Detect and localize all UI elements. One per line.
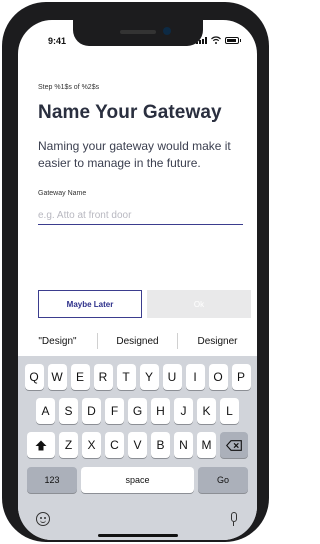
key-n[interactable]: N	[174, 432, 193, 458]
key-t[interactable]: T	[116, 364, 136, 390]
key-k[interactable]: K	[197, 398, 216, 424]
shift-icon	[35, 440, 47, 450]
page-title: Name Your Gateway	[38, 102, 222, 123]
wifi-icon	[211, 36, 221, 44]
home-indicator[interactable]	[97, 534, 178, 537]
keyboard: "Design" Designed Designer Q W E R T Y U…	[18, 326, 257, 540]
key-b[interactable]: B	[151, 432, 170, 458]
key-v[interactable]: V	[128, 432, 147, 458]
key-r[interactable]: R	[93, 364, 113, 390]
shift-key[interactable]	[27, 432, 55, 458]
key-a[interactable]: A	[36, 398, 55, 424]
notch	[72, 20, 203, 46]
speaker	[119, 30, 156, 34]
phone-frame: 9:41 Step %1$s of %2$s Name Your Gateway…	[2, 2, 269, 542]
key-row-4: 123 space Go	[18, 467, 257, 493]
go-key[interactable]: Go	[198, 467, 248, 493]
step-indicator: Step %1$s of %2$s	[38, 84, 100, 91]
key-p[interactable]: P	[231, 364, 251, 390]
key-i[interactable]: I	[185, 364, 205, 390]
keyboard-bottom-bar	[18, 504, 257, 540]
ok-button[interactable]: Ok	[147, 290, 251, 318]
suggestion-item[interactable]: "Design"	[18, 336, 97, 347]
numbers-key[interactable]: 123	[27, 467, 77, 493]
key-l[interactable]: L	[220, 398, 239, 424]
key-w[interactable]: W	[47, 364, 67, 390]
camera-icon	[162, 27, 171, 35]
page-description: Naming your gateway would make it easier…	[38, 139, 231, 170]
key-row-3: Z X C V B N M	[18, 432, 257, 458]
key-z[interactable]: Z	[59, 432, 78, 458]
gateway-name-input[interactable]	[38, 206, 243, 225]
status-time: 9:41	[48, 36, 67, 46]
key-m[interactable]: M	[197, 432, 216, 458]
backspace-icon	[226, 439, 242, 451]
backspace-key[interactable]	[220, 432, 248, 458]
battery-icon	[225, 36, 241, 44]
status-icons	[196, 36, 241, 44]
key-g[interactable]: G	[128, 398, 147, 424]
suggestion-item[interactable]: Designer	[178, 336, 257, 347]
key-o[interactable]: O	[208, 364, 228, 390]
key-e[interactable]: E	[70, 364, 90, 390]
screen: 9:41 Step %1$s of %2$s Name Your Gateway…	[18, 20, 257, 540]
key-y[interactable]: Y	[139, 364, 159, 390]
key-h[interactable]: H	[151, 398, 170, 424]
key-row-2: A S D F G H J K L	[18, 398, 257, 424]
maybe-later-button[interactable]: Maybe Later	[38, 290, 142, 318]
suggestion-bar: "Design" Designed Designer	[18, 326, 257, 356]
key-f[interactable]: F	[105, 398, 124, 424]
key-x[interactable]: X	[82, 432, 101, 458]
key-s[interactable]: S	[59, 398, 78, 424]
key-row-1: Q W E R T Y U I O P	[18, 364, 257, 390]
key-q[interactable]: Q	[24, 364, 44, 390]
microphone-icon[interactable]	[231, 512, 237, 526]
emoji-icon[interactable]	[36, 512, 50, 526]
key-c[interactable]: C	[105, 432, 124, 458]
key-d[interactable]: D	[82, 398, 101, 424]
space-key[interactable]: space	[81, 467, 194, 493]
key-j[interactable]: J	[174, 398, 193, 424]
suggestion-item[interactable]: Designed	[98, 336, 177, 347]
key-u[interactable]: U	[162, 364, 182, 390]
gateway-name-label: Gateway Name	[38, 190, 87, 197]
